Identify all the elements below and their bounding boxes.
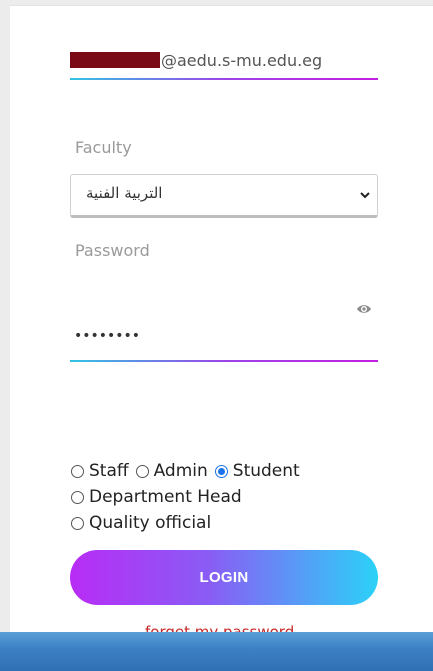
email-underline (70, 78, 378, 80)
role-radio-group: Staff Admin Student Department Head Qual… (70, 458, 300, 536)
radio-department-head[interactable] (71, 490, 84, 504)
email-domain: @aedu.s-mu.edu.eg (161, 50, 323, 70)
login-button[interactable]: LOGIN (70, 550, 378, 605)
faculty-select[interactable]: التربية الفنية (70, 174, 378, 218)
radio-label-admin: Admin (153, 461, 208, 481)
radio-label-student: Student (232, 461, 300, 481)
desktop-taskbar (0, 632, 433, 671)
radio-student[interactable] (214, 464, 228, 478)
password-input[interactable]: •••••••• (74, 328, 140, 344)
eye-icon[interactable] (356, 301, 372, 317)
radio-admin[interactable] (135, 464, 149, 478)
login-form: @aedu.s-mu.edu.eg Faculty التربية الفنية… (10, 5, 433, 633)
radio-staff[interactable] (71, 464, 84, 478)
redacted-username (70, 52, 160, 68)
faculty-label: Faculty (75, 138, 132, 157)
faculty-selected-value: التربية الفنية (86, 184, 163, 202)
radio-quality-official[interactable] (71, 516, 84, 530)
radio-label-staff: Staff (89, 461, 129, 481)
chevron-down-icon (360, 192, 370, 199)
password-label: Password (75, 241, 150, 260)
password-underline (70, 360, 378, 362)
email-field[interactable]: @aedu.s-mu.edu.eg (70, 41, 378, 79)
radio-label-quality-official: Quality official (89, 513, 212, 533)
radio-label-department-head: Department Head (89, 487, 242, 507)
